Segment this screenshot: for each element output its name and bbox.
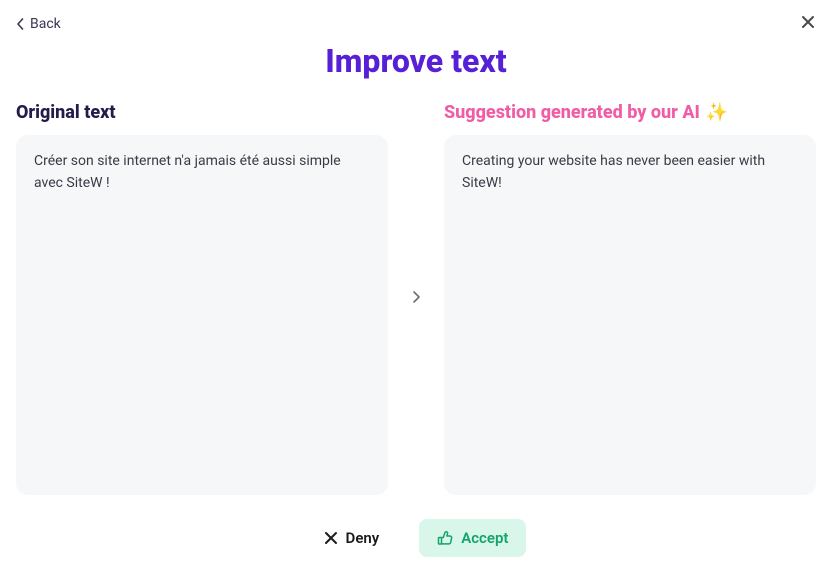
comparison-columns: Original text Créer son site internet n'… xyxy=(16,102,816,495)
suggestion-text-panel: Creating your website has never been eas… xyxy=(444,135,816,495)
action-footer: Deny Accept xyxy=(16,519,816,557)
original-heading: Original text xyxy=(16,102,388,123)
suggestion-heading: Suggestion generated by our AI ✨ xyxy=(444,102,816,123)
close-icon xyxy=(800,15,816,34)
back-button[interactable]: Back xyxy=(16,16,61,32)
original-column: Original text Créer son site internet n'… xyxy=(16,102,388,495)
deny-button[interactable]: Deny xyxy=(306,519,398,557)
dialog-root: Back Improve text Original text Créer so… xyxy=(0,0,832,566)
chevron-left-icon xyxy=(16,18,24,30)
accept-button[interactable]: Accept xyxy=(419,519,526,557)
original-text: Créer son site internet n'a jamais été a… xyxy=(34,153,341,191)
accept-label: Accept xyxy=(461,529,508,547)
top-bar: Back xyxy=(16,12,816,36)
suggestion-text: Creating your website has never been eas… xyxy=(462,153,765,191)
close-button[interactable] xyxy=(800,14,816,34)
original-text-panel: Créer son site internet n'a jamais été a… xyxy=(16,135,388,495)
back-label: Back xyxy=(30,16,61,32)
suggestion-column: Suggestion generated by our AI ✨ Creatin… xyxy=(444,102,816,495)
chevron-right-icon xyxy=(411,289,421,308)
thumbs-up-icon xyxy=(437,530,453,546)
arrow-divider xyxy=(402,102,430,495)
deny-label: Deny xyxy=(346,529,380,547)
x-icon xyxy=(324,531,338,545)
suggestion-heading-text: Suggestion generated by our AI xyxy=(444,102,700,123)
page-title: Improve text xyxy=(16,42,816,80)
sparkle-icon: ✨ xyxy=(706,102,728,123)
